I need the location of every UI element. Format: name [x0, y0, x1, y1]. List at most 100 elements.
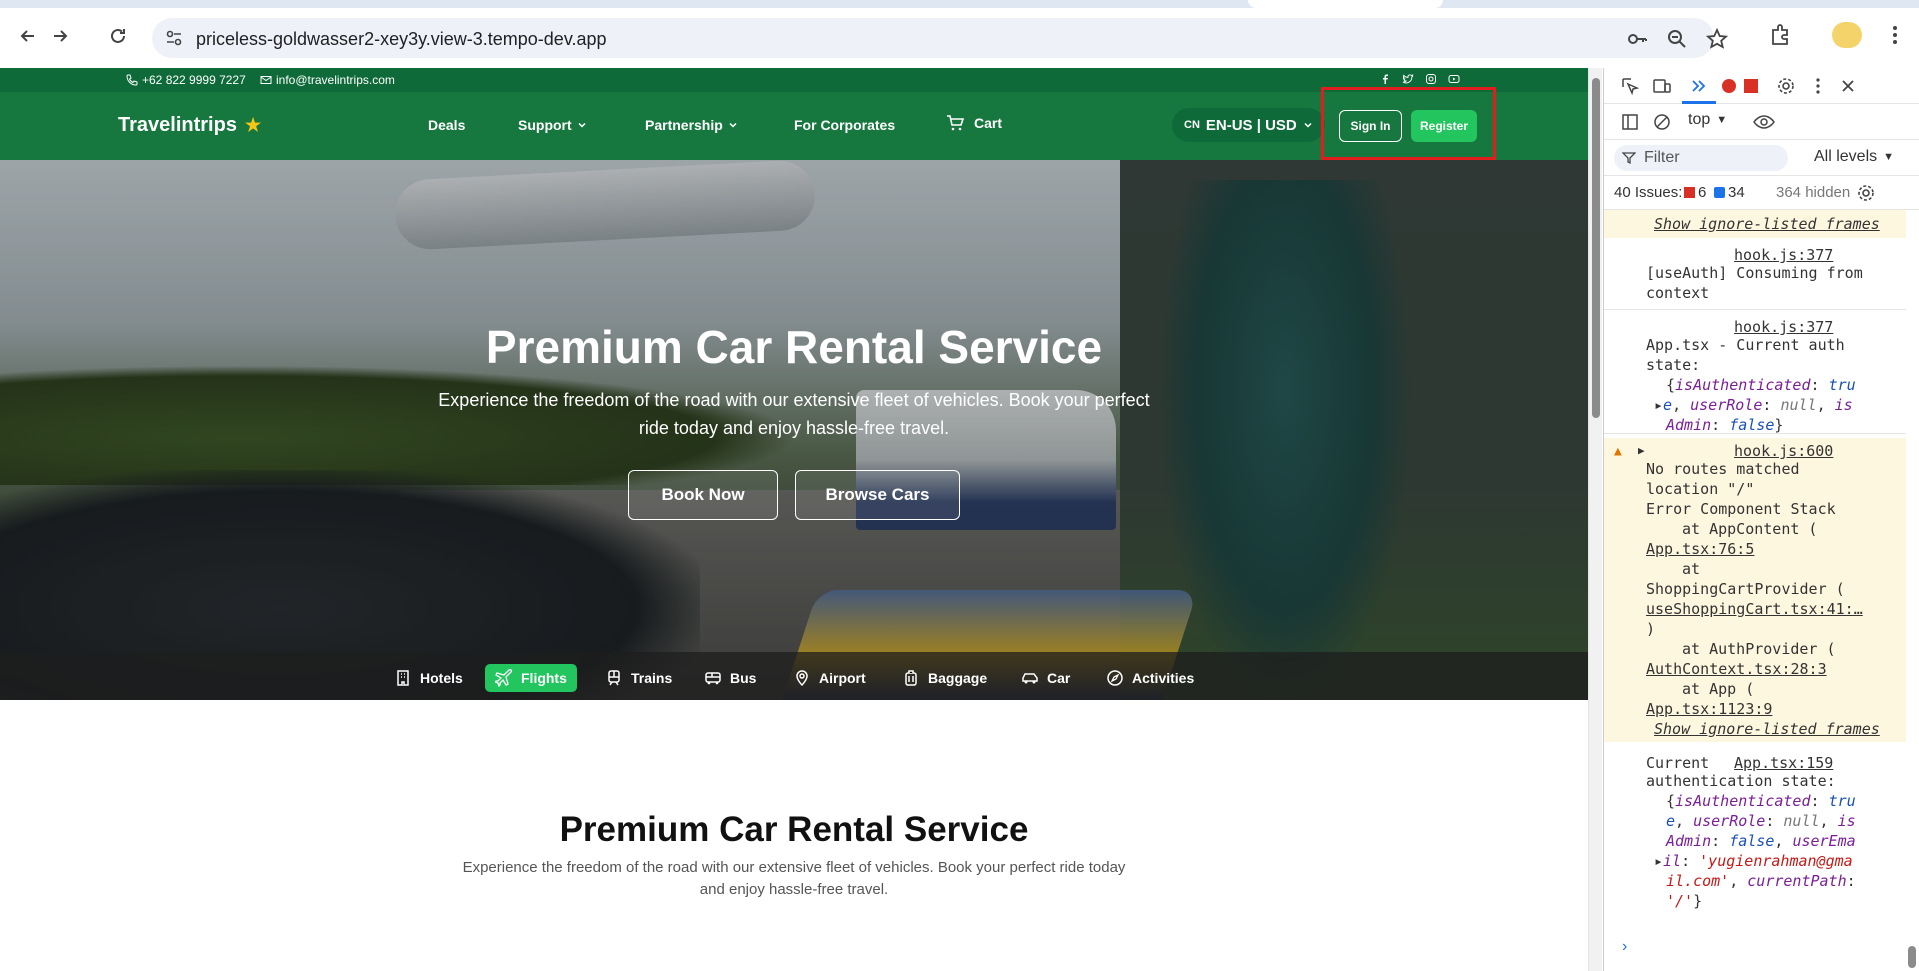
log-object[interactable]: '/'}: [1666, 892, 1702, 910]
log-object[interactable]: ▸e, userRole: null, is: [1654, 396, 1853, 414]
close-icon[interactable]: [1838, 76, 1858, 96]
log-object[interactable]: e, userRole: null, is: [1666, 812, 1856, 830]
show-ignore-listed-frames-link[interactable]: Show ignore-listed frames: [1654, 720, 1880, 738]
page-scrollbar[interactable]: [1588, 68, 1602, 971]
more-menu-icon[interactable]: [1882, 22, 1908, 48]
category-flights[interactable]: Flights: [485, 664, 577, 692]
category-label: Trains: [631, 670, 673, 686]
forward-icon[interactable]: [46, 22, 74, 50]
log-text: No routes matched: [1646, 460, 1800, 478]
url-text[interactable]: priceless-goldwasser2-xey3y.view-3.tempo…: [196, 29, 607, 50]
facebook-icon[interactable]: [1379, 73, 1391, 85]
log-text: authentication state:: [1646, 772, 1836, 790]
inspect-element-icon[interactable]: [1620, 76, 1640, 96]
compass-icon: [1107, 670, 1123, 686]
settings-gear-icon[interactable]: [1776, 76, 1796, 96]
show-ignore-listed-frames-link[interactable]: Show ignore-listed frames: [1654, 215, 1880, 233]
phone-contact[interactable]: +62 822 9999 7227: [126, 73, 246, 87]
star-icon: ★: [244, 115, 262, 135]
source-link[interactable]: hook.js:377: [1734, 318, 1833, 336]
site-info-icon[interactable]: [164, 28, 184, 48]
devtools-scrollbar[interactable]: [1906, 210, 1918, 970]
issues-settings-gear-icon[interactable]: [1856, 183, 1876, 203]
source-link[interactable]: AuthContext.tsx:28:3: [1646, 660, 1827, 678]
category-activities[interactable]: Activities: [1096, 664, 1204, 692]
expand-arrow-icon[interactable]: ▶: [1638, 444, 1645, 457]
source-link[interactable]: useShoppingCart.tsx:41:…: [1646, 600, 1863, 618]
error-badge-icon[interactable]: [1744, 79, 1758, 93]
extensions-icon[interactable]: [1768, 22, 1794, 48]
error-count-icon[interactable]: [1722, 79, 1736, 93]
log-object[interactable]: il.com', currentPath:: [1666, 872, 1856, 890]
hidden-count: 364 hidden: [1776, 184, 1851, 201]
youtube-icon[interactable]: [1448, 73, 1460, 85]
source-link[interactable]: App.tsx:76:5: [1646, 540, 1754, 558]
cart-icon: [947, 115, 964, 131]
site-logo[interactable]: Travelintrips ★: [118, 114, 261, 137]
sign-in-button[interactable]: Sign In: [1339, 110, 1402, 142]
page-scrollbar-thumb[interactable]: [1592, 78, 1600, 418]
password-key-icon[interactable]: [1626, 28, 1648, 50]
live-expression-eye-icon[interactable]: [1752, 112, 1776, 132]
log-levels-dropdown[interactable]: All levels ▼: [1814, 148, 1894, 166]
console-message: Show ignore-listed frames: [1604, 210, 1906, 238]
nav-link-partnership[interactable]: Partnership: [645, 117, 738, 133]
nav-link-deals[interactable]: Deals: [428, 117, 465, 133]
category-label: Flights: [521, 670, 567, 686]
twitter-icon[interactable]: [1402, 73, 1414, 85]
category-car[interactable]: Car: [1011, 664, 1080, 692]
section-subtitle: Experience the freedom of the road with …: [462, 859, 1126, 898]
source-link[interactable]: App.tsx:159: [1734, 754, 1833, 772]
browse-cars-button[interactable]: Browse Cars: [795, 470, 960, 520]
category-baggage[interactable]: Baggage: [892, 664, 997, 692]
nav-link-cart[interactable]: Cart: [946, 114, 1002, 132]
bookmark-star-icon[interactable]: [1706, 28, 1728, 50]
log-object[interactable]: Admin: false, userEma: [1666, 832, 1856, 850]
instagram-icon[interactable]: [1425, 73, 1437, 85]
category-hotels[interactable]: Hotels: [384, 664, 473, 692]
log-object[interactable]: Admin: false}: [1666, 416, 1783, 434]
sidebar-toggle-icon[interactable]: [1620, 112, 1640, 132]
info-issues-count[interactable]: 34: [1728, 184, 1745, 201]
source-link[interactable]: hook.js:600: [1734, 442, 1833, 460]
active-tab[interactable]: [1248, 0, 1443, 8]
log-object[interactable]: {isAuthenticated: tru: [1666, 376, 1856, 394]
address-bar[interactable]: priceless-goldwasser2-xey3y.view-3.tempo…: [152, 18, 1728, 58]
hero-title: Premium Car Rental Service: [485, 321, 1103, 373]
category-airport[interactable]: Airport: [783, 664, 876, 692]
register-button[interactable]: Register: [1411, 110, 1477, 142]
nav-link-corporates[interactable]: For Corporates: [794, 117, 895, 133]
nav-link-label: For Corporates: [794, 117, 896, 133]
language-currency-selector[interactable]: CN EN-US | USD: [1172, 108, 1325, 142]
log-object[interactable]: {isAuthenticated: tru: [1666, 792, 1856, 810]
category-bus[interactable]: Bus: [694, 664, 766, 692]
source-link[interactable]: hook.js:377: [1734, 246, 1833, 264]
book-now-button[interactable]: Book Now: [628, 470, 778, 520]
device-toolbar-icon[interactable]: [1652, 76, 1672, 96]
nav-link-support[interactable]: Support: [518, 117, 587, 133]
zoom-icon[interactable]: [1666, 28, 1688, 50]
log-text: [useAuth] Consuming from: [1646, 264, 1863, 282]
context-selector[interactable]: top ▼: [1688, 111, 1727, 129]
context-label: top: [1688, 111, 1711, 128]
log-text: state:: [1646, 356, 1701, 374]
issues-label[interactable]: 40 Issues:: [1614, 184, 1682, 201]
error-issues-count[interactable]: 6: [1698, 184, 1706, 201]
chevron-down-icon: [578, 122, 586, 128]
reload-icon[interactable]: [104, 22, 132, 50]
nav-link-label: Deals: [428, 117, 466, 133]
log-object[interactable]: ▸il: 'yugienrahman@gma: [1654, 852, 1853, 870]
category-trains[interactable]: Trains: [595, 664, 682, 692]
log-text: at App (: [1682, 680, 1755, 698]
tab-console[interactable]: [1682, 68, 1716, 104]
console-prompt-icon[interactable]: ›: [1622, 938, 1627, 956]
clear-console-icon[interactable]: [1652, 112, 1672, 132]
console-message: App.tsx:159 Current authentication state…: [1604, 750, 1906, 930]
source-link[interactable]: App.tsx:1123:9: [1646, 700, 1772, 718]
filter-input[interactable]: Filter: [1614, 145, 1788, 171]
back-icon[interactable]: [14, 22, 42, 50]
devtools-scrollbar-thumb[interactable]: [1908, 946, 1916, 968]
email-contact[interactable]: info@travelintrips.com: [260, 73, 395, 87]
kebab-menu-icon[interactable]: [1808, 76, 1828, 96]
profile-avatar[interactable]: [1832, 22, 1862, 48]
